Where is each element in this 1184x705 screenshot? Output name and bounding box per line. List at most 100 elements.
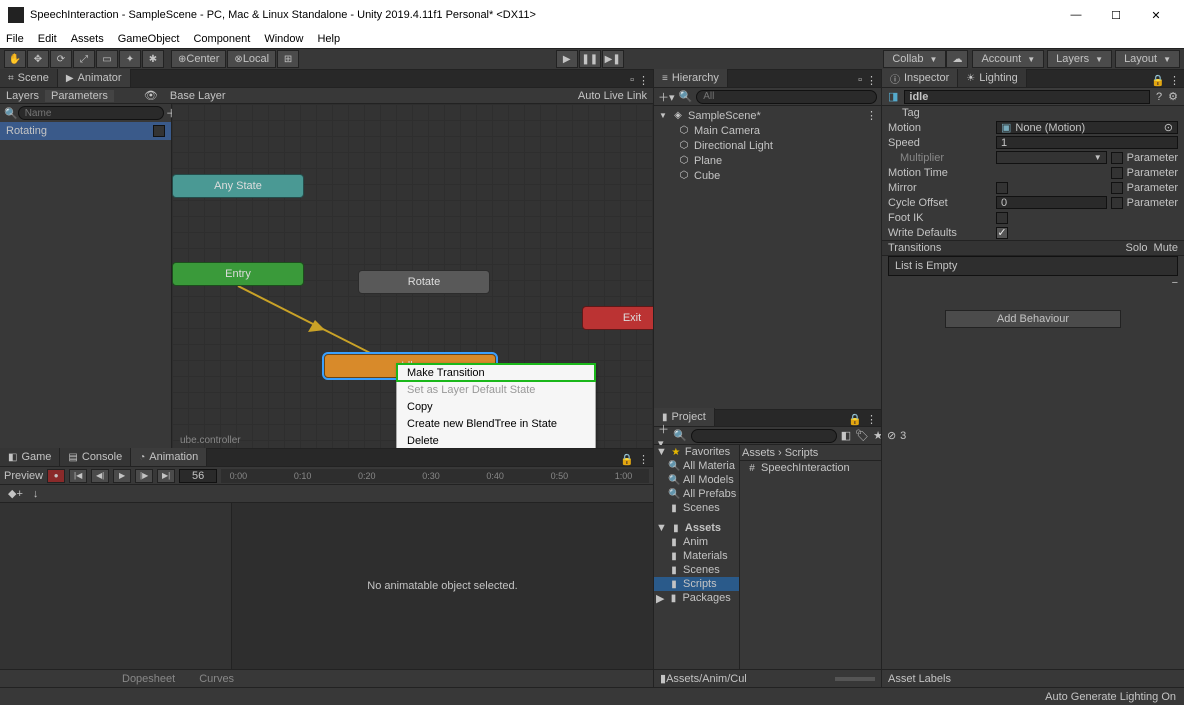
label-icon[interactable]: 🏷	[855, 429, 869, 442]
prev-frame-button[interactable]: ◀|	[91, 469, 109, 483]
filter-icon[interactable]: ◧	[841, 429, 851, 442]
layers-dropdown[interactable]: Layers▼	[1047, 50, 1112, 68]
menu-copy[interactable]: Copy	[397, 398, 595, 415]
last-frame-button[interactable]: ▶|	[157, 469, 175, 483]
fav-scenes[interactable]: ▮Scenes	[654, 501, 739, 515]
keyframe-event-icon[interactable]: ↓	[33, 488, 39, 500]
foldout-icon[interactable]: ▼	[658, 111, 668, 120]
fav-all-materials[interactable]: 🔍All Materia	[654, 459, 739, 473]
menu-help[interactable]: Help	[317, 33, 340, 45]
tab-lighting[interactable]: ☀Lighting	[958, 69, 1027, 87]
node-entry[interactable]: Entry	[172, 262, 304, 286]
hand-tool-button[interactable]: ✋	[4, 50, 26, 68]
folder-anim[interactable]: ▮Anim	[654, 535, 739, 549]
minimize-button[interactable]: —	[1056, 9, 1096, 21]
node-exit[interactable]: Exit	[582, 306, 653, 330]
node-rotate[interactable]: Rotate	[358, 270, 490, 294]
scale-tool-button[interactable]: ⤢	[73, 50, 95, 68]
panel-maximize-icon[interactable]: ▫	[630, 74, 634, 87]
move-tool-button[interactable]: ✥	[27, 50, 49, 68]
dopesheet-tab[interactable]: Dopesheet	[110, 673, 187, 685]
hierarchy-item-directional-light[interactable]: ⬡Directional Light	[654, 138, 881, 153]
hierarchy-item-plane[interactable]: ⬡Plane	[654, 153, 881, 168]
panel-menu-icon[interactable]: ⋮	[866, 413, 877, 426]
favorites-row[interactable]: ▼★Favorites	[654, 445, 739, 459]
close-button[interactable]: ✕	[1136, 9, 1176, 22]
base-layer-label[interactable]: Base Layer	[164, 90, 232, 102]
layers-subtab[interactable]: Layers	[0, 90, 45, 102]
menu-gameobject[interactable]: GameObject	[118, 33, 180, 45]
scene-menu-icon[interactable]: ⋮	[866, 109, 877, 122]
assets-row[interactable]: ▼▮Assets	[654, 521, 739, 535]
panel-menu-icon[interactable]: ⋮	[638, 453, 649, 466]
zoom-slider[interactable]	[835, 677, 875, 681]
tab-game[interactable]: ◧Game	[0, 448, 60, 466]
motion-field[interactable]: ▣None (Motion)⊙	[996, 121, 1178, 134]
cycle-offset-field[interactable]: 0	[996, 196, 1107, 209]
transform-tool-button[interactable]: ✦	[119, 50, 141, 68]
foldout-icon[interactable]: ▶	[656, 592, 664, 605]
menu-file[interactable]: File	[6, 33, 24, 45]
curves-tab[interactable]: Curves	[187, 673, 246, 685]
rotate-tool-button[interactable]: ⟳	[50, 50, 72, 68]
foldout-icon[interactable]: ▼	[656, 446, 667, 458]
scene-row[interactable]: ▼ ◈ SampleScene* ⋮	[654, 108, 881, 123]
rect-tool-button[interactable]: ▭	[96, 50, 118, 68]
eye-icon[interactable]: 👁	[138, 89, 164, 102]
panel-maximize-icon[interactable]: ▫	[858, 74, 862, 87]
panel-lock-icon[interactable]: 🔒	[620, 453, 634, 466]
auto-live-link-button[interactable]: Auto Live Link	[572, 90, 653, 102]
create-dropdown-button[interactable]: ＋▾	[658, 89, 675, 105]
frame-field[interactable]: 56	[179, 469, 217, 483]
mirror-checkbox[interactable]	[996, 182, 1008, 194]
panel-menu-icon[interactable]: ⋮	[638, 74, 649, 87]
menu-make-transition[interactable]: Make Transition	[397, 364, 595, 381]
auto-generate-lighting[interactable]: Auto Generate Lighting On	[1045, 691, 1176, 703]
packages-row[interactable]: ▶▮Packages	[654, 591, 739, 605]
panel-menu-icon[interactable]: ⋮	[1169, 74, 1180, 87]
write-defaults-checkbox[interactable]: ✓	[996, 227, 1008, 239]
fav-all-prefabs[interactable]: 🔍All Prefabs	[654, 487, 739, 501]
add-behaviour-button[interactable]: Add Behaviour	[945, 310, 1121, 328]
play-anim-button[interactable]: ▶	[113, 469, 131, 483]
menu-component[interactable]: Component	[193, 33, 250, 45]
tab-animation[interactable]: ◔Animation	[131, 448, 207, 466]
first-frame-button[interactable]: |◀	[69, 469, 87, 483]
hierarchy-item-main-camera[interactable]: ⬡Main Camera	[654, 123, 881, 138]
tab-animator[interactable]: ▶Animator	[58, 69, 131, 87]
multiplier-param-checkbox[interactable]	[1111, 152, 1123, 164]
panel-lock-icon[interactable]: 🔒	[848, 413, 862, 426]
mirror-param-checkbox[interactable]	[1111, 182, 1123, 194]
folder-scenes[interactable]: ▮Scenes	[654, 563, 739, 577]
menu-edit[interactable]: Edit	[38, 33, 57, 45]
parameter-rotating[interactable]: Rotating	[0, 122, 171, 140]
panel-menu-icon[interactable]: ⋮	[866, 74, 877, 87]
parameter-checkbox[interactable]	[153, 125, 165, 137]
collab-dropdown[interactable]: Collab▼	[883, 50, 946, 68]
grid-snap-button[interactable]: ⊞	[277, 50, 299, 68]
tab-hierarchy[interactable]: ≡Hierarchy	[654, 69, 728, 87]
foldout-icon[interactable]: ▼	[656, 522, 667, 534]
panel-lock-icon[interactable]: 🔒	[1151, 74, 1165, 87]
next-frame-button[interactable]: |▶	[135, 469, 153, 483]
tab-inspector[interactable]: ⓘInspector	[882, 69, 958, 87]
step-button[interactable]: ▶❚	[602, 50, 624, 68]
cloud-button[interactable]: ☁	[946, 50, 968, 68]
tab-console[interactable]: ▤Console	[60, 448, 131, 466]
menu-assets[interactable]: Assets	[71, 33, 104, 45]
folder-materials[interactable]: ▮Materials	[654, 549, 739, 563]
timeline-ruler[interactable]: 0:00 0:10 0:20 0:30 0:40 0:50 1:00	[221, 469, 649, 483]
state-name-field[interactable]	[904, 90, 1150, 104]
object-picker-icon[interactable]: ⊙	[1164, 121, 1173, 134]
account-dropdown[interactable]: Account▼	[972, 50, 1044, 68]
project-breadcrumb[interactable]: Assets›Scripts	[740, 445, 881, 461]
record-button[interactable]: ●	[47, 469, 65, 483]
hierarchy-item-cube[interactable]: ⬡Cube	[654, 168, 881, 183]
menu-create-blendtree[interactable]: Create new BlendTree in State	[397, 415, 595, 432]
play-button[interactable]: ▶	[556, 50, 578, 68]
parameters-subtab[interactable]: Parameters	[45, 90, 114, 102]
hierarchy-search-input[interactable]	[696, 90, 877, 104]
folder-scripts[interactable]: ▮Scripts	[654, 577, 739, 591]
layout-dropdown[interactable]: Layout▼	[1115, 50, 1180, 68]
remove-transition-button[interactable]: −	[1172, 278, 1178, 288]
